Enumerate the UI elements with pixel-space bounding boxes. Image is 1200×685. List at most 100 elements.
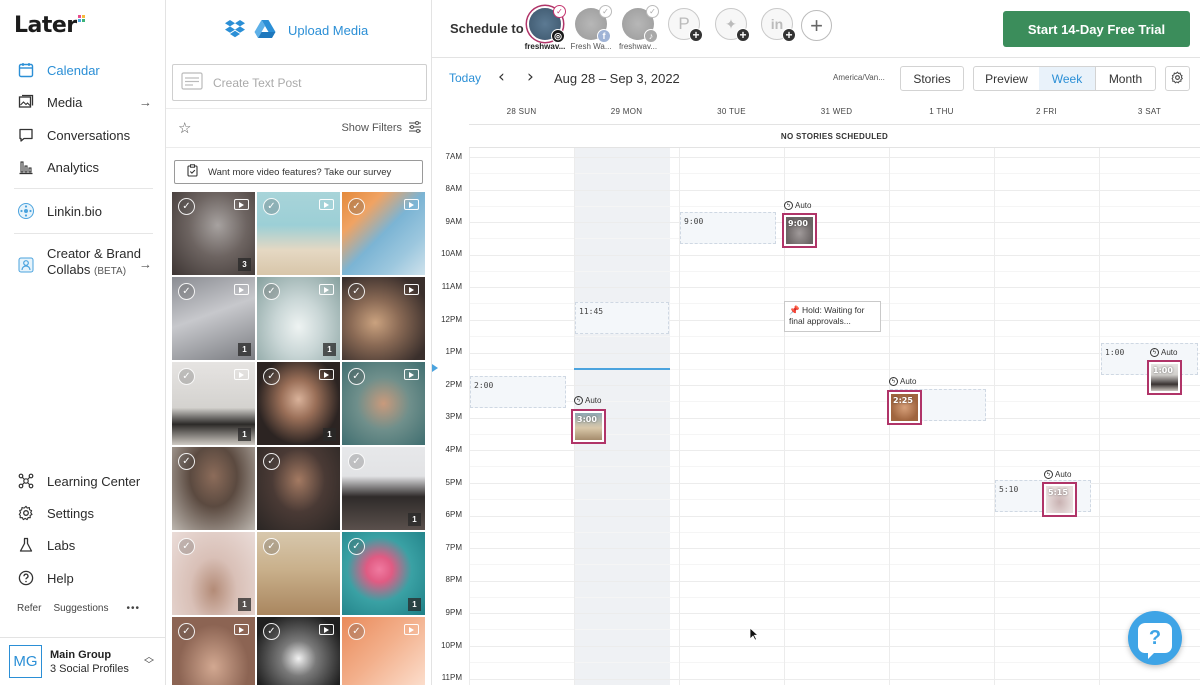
dropbox-icon	[224, 19, 246, 42]
suggestions-link[interactable]: Suggestions	[53, 603, 108, 614]
time-slot[interactable]: 2:00	[470, 376, 566, 408]
check-icon: ✓	[646, 5, 659, 18]
media-thumbnail[interactable]: ✓ 1	[257, 277, 340, 360]
current-time-line	[574, 368, 670, 370]
select-check-icon[interactable]: ✓	[178, 368, 195, 385]
select-check-icon[interactable]: ✓	[348, 198, 365, 215]
post-time: 9:00	[788, 219, 808, 228]
hour-label: 8PM	[445, 575, 462, 584]
media-thumbnail[interactable]: ✓ 1	[342, 532, 425, 615]
later-logo[interactable]: Later	[14, 12, 86, 38]
scheduled-post[interactable]: 1:00	[1147, 360, 1182, 395]
media-thumbnail[interactable]: ✓	[342, 617, 425, 685]
time-slot[interactable]: 9:00	[680, 212, 776, 244]
sidebar-item-linkinbio[interactable]: Linkin.bio	[0, 198, 166, 224]
scheduled-post[interactable]: 9:00	[782, 213, 817, 248]
sidebar-item-help[interactable]: Help	[0, 565, 166, 591]
select-check-icon[interactable]: ✓	[178, 198, 195, 215]
media-thumbnail[interactable]: ✓ 1	[172, 277, 255, 360]
calendar-settings-button[interactable]	[1165, 66, 1190, 91]
chevron-updown-icon: ︿ ﹀	[144, 651, 154, 671]
profile-tiktok[interactable]: ✓ ♪ freshwav...	[615, 5, 661, 51]
account-switcher[interactable]: MG Main Group 3 Social Profiles ︿ ﹀	[0, 637, 166, 685]
media-thumbnail[interactable]: ✓	[257, 192, 340, 275]
media-thumbnail[interactable]: ✓ 1	[172, 362, 255, 445]
sidebar-item-settings[interactable]: Settings	[0, 500, 166, 526]
select-check-icon[interactable]: ✓	[263, 198, 280, 215]
survey-banner[interactable]: Want more video features? Take our surve…	[174, 160, 423, 184]
timezone-selector[interactable]: America/Van...	[833, 73, 885, 82]
show-filters-button[interactable]: Show Filters	[341, 122, 402, 134]
hour-label: 11PM	[441, 673, 462, 682]
help-chat-button[interactable]: ?	[1128, 611, 1182, 665]
stories-button[interactable]: Stories	[900, 66, 964, 91]
select-check-icon[interactable]: ✓	[348, 538, 365, 555]
select-check-icon[interactable]: ✓	[263, 283, 280, 300]
video-icon	[319, 199, 334, 210]
media-thumbnail[interactable]: ✓	[257, 617, 340, 685]
next-week-icon[interactable]: ›	[527, 67, 534, 87]
sidebar-item-labs[interactable]: Labs	[0, 532, 166, 558]
profile-facebook[interactable]: ✓ f Fresh Wa...	[568, 5, 614, 51]
upload-media-button[interactable]: Upload Media	[224, 19, 368, 42]
month-view-button[interactable]: Month	[1095, 66, 1156, 91]
profile-linkedin[interactable]: in +	[754, 8, 800, 42]
refer-link[interactable]: Refer	[17, 603, 41, 614]
media-thumbnail[interactable]: ✓	[257, 447, 340, 530]
time-slot[interactable]: 11:45	[575, 302, 669, 334]
profile-twitter[interactable]: ✦ +	[708, 8, 754, 42]
select-check-icon[interactable]: ✓	[263, 623, 280, 640]
filter-row: ☆ Show Filters	[166, 108, 431, 148]
select-check-icon[interactable]: ✓	[263, 538, 280, 555]
today-button[interactable]: Today	[449, 71, 481, 85]
preview-button[interactable]: Preview	[973, 66, 1040, 91]
sidebar-item-learning-center[interactable]: Learning Center	[0, 468, 166, 494]
media-thumbnail[interactable]: ✓ 1	[342, 447, 425, 530]
media-thumbnail[interactable]: ✓	[172, 447, 255, 530]
media-thumbnail[interactable]: ✓	[172, 617, 255, 685]
prev-week-icon[interactable]: ‹	[498, 67, 505, 87]
scheduled-post[interactable]: 5:15	[1042, 482, 1077, 517]
video-icon	[234, 284, 249, 295]
day-header: 3 SAT	[1137, 106, 1162, 116]
profile-instagram[interactable]: ✓ ◎ freshwav...	[522, 5, 568, 51]
profile-pinterest[interactable]: P +	[661, 8, 707, 42]
sidebar-item-conversations[interactable]: Conversations	[0, 122, 166, 148]
schedule-bar: Schedule to ✓ ◎ freshwav... ✓ f Fresh Wa…	[432, 0, 1200, 58]
more-options-icon[interactable]: •••	[126, 603, 140, 614]
start-trial-button[interactable]: Start 14-Day Free Trial	[1003, 11, 1190, 47]
week-view-button[interactable]: Week	[1039, 66, 1096, 91]
scheduled-post[interactable]: 2:25	[887, 390, 922, 425]
select-check-icon[interactable]: ✓	[263, 453, 280, 470]
star-icon[interactable]: ☆	[178, 119, 191, 137]
media-thumbnail[interactable]: ✓	[342, 277, 425, 360]
hold-note[interactable]: 📌 Hold: Waiting for final approvals...	[784, 301, 881, 332]
media-thumbnail[interactable]: ✓	[257, 532, 340, 615]
scheduled-post[interactable]: 3:00	[571, 409, 606, 444]
select-check-icon[interactable]: ✓	[348, 453, 365, 470]
media-thumbnail[interactable]: ✓	[342, 362, 425, 445]
add-profile-button[interactable]: +	[801, 10, 832, 41]
refer-row: Refer Suggestions •••	[17, 603, 152, 614]
media-count-badge: 1	[238, 428, 251, 441]
media-thumbnail[interactable]: ✓ 1	[257, 362, 340, 445]
sidebar-item-analytics[interactable]: Analytics	[0, 154, 166, 180]
sidebar-item-collabs[interactable]: Creator & Brand Collabs (BETA) →	[0, 246, 166, 284]
sidebar-item-calendar[interactable]: Calendar	[0, 57, 166, 83]
select-check-icon[interactable]: ✓	[178, 623, 195, 640]
filter-sliders-icon[interactable]	[408, 120, 422, 136]
select-check-icon[interactable]: ✓	[348, 623, 365, 640]
media-count-badge: 1	[323, 343, 336, 356]
select-check-icon[interactable]: ✓	[178, 538, 195, 555]
select-check-icon[interactable]: ✓	[348, 368, 365, 385]
select-check-icon[interactable]: ✓	[178, 453, 195, 470]
media-thumbnail[interactable]: ✓ 1	[172, 532, 255, 615]
sidebar-item-media[interactable]: Media →	[0, 89, 166, 115]
select-check-icon[interactable]: ✓	[348, 283, 365, 300]
create-text-post-input[interactable]: Create Text Post	[172, 64, 427, 101]
calendar-toolbar: Today ‹ › Aug 28 – Sep 3, 2022 America/V…	[432, 58, 1200, 98]
media-thumbnail[interactable]: ✓ 3	[172, 192, 255, 275]
select-check-icon[interactable]: ✓	[178, 283, 195, 300]
select-check-icon[interactable]: ✓	[263, 368, 280, 385]
media-thumbnail[interactable]: ✓	[342, 192, 425, 275]
